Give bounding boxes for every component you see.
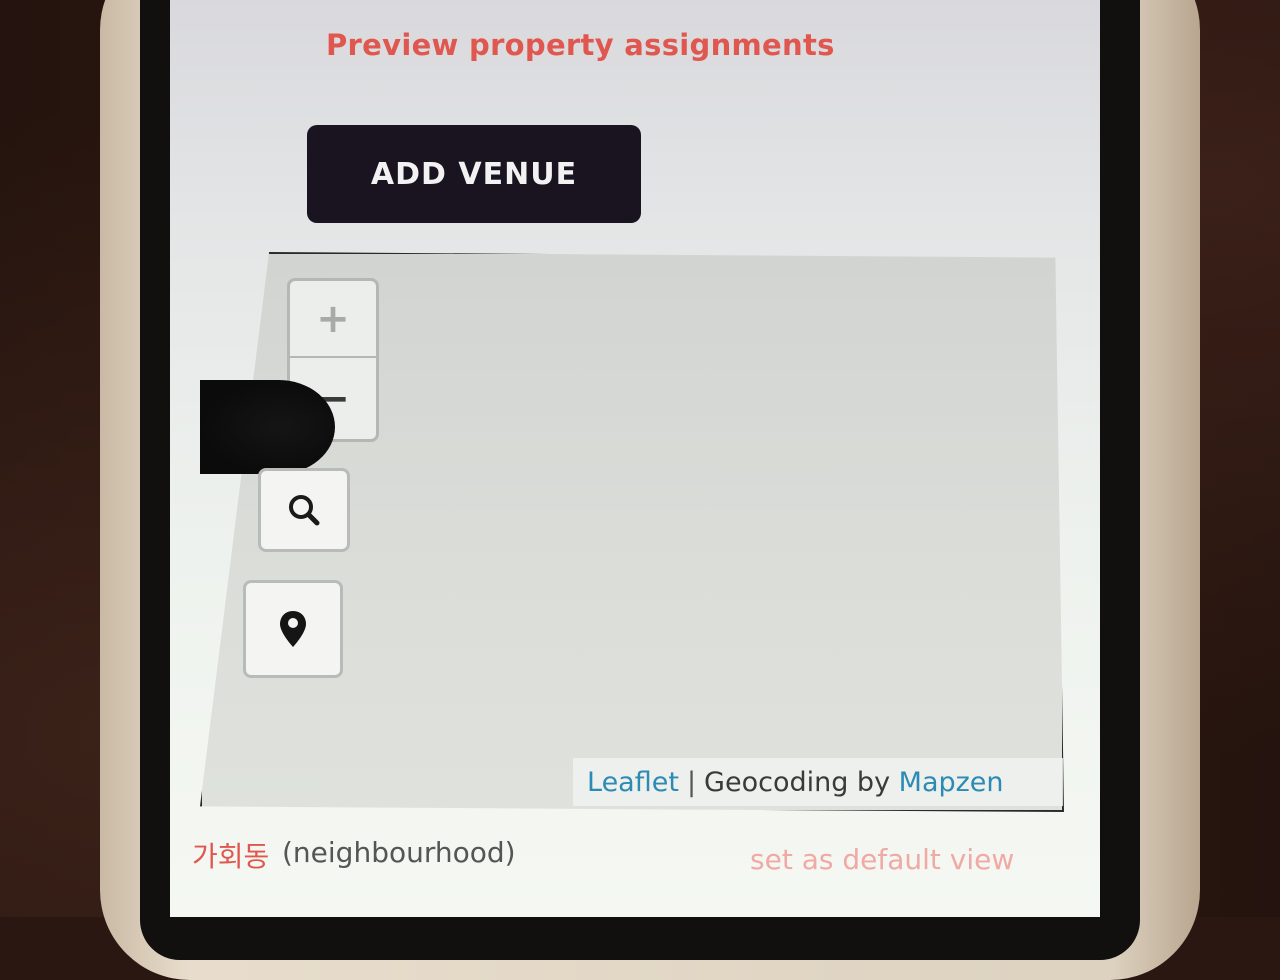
- map-search-button[interactable]: [258, 468, 350, 552]
- zoom-out-button[interactable]: −: [290, 358, 376, 439]
- neighbourhood-type-label: (neighbourhood): [282, 836, 516, 869]
- attribution-separator: |: [687, 767, 696, 798]
- neighbourhood-name-link[interactable]: 가회동: [192, 835, 269, 875]
- add-venue-button[interactable]: ADD VENUE: [307, 125, 641, 223]
- preview-property-assignments-link[interactable]: Preview property assignments: [326, 28, 835, 62]
- geocoding-text: Geocoding by: [704, 767, 890, 798]
- map-pin-icon: [278, 609, 308, 649]
- phone-screen: Preview property assignments ADD VENUE +…: [170, 0, 1100, 917]
- map-attribution: Leaflet | Geocoding by Mapzen: [573, 758, 1063, 806]
- leaflet-link[interactable]: Leaflet: [587, 767, 679, 798]
- map-locate-button[interactable]: [243, 580, 343, 678]
- search-icon: [285, 491, 323, 529]
- zoom-in-button[interactable]: +: [290, 281, 376, 358]
- set-default-view-link[interactable]: set as default view: [750, 843, 1014, 876]
- mapzen-link[interactable]: Mapzen: [899, 767, 1004, 798]
- zoom-control: + −: [287, 278, 379, 442]
